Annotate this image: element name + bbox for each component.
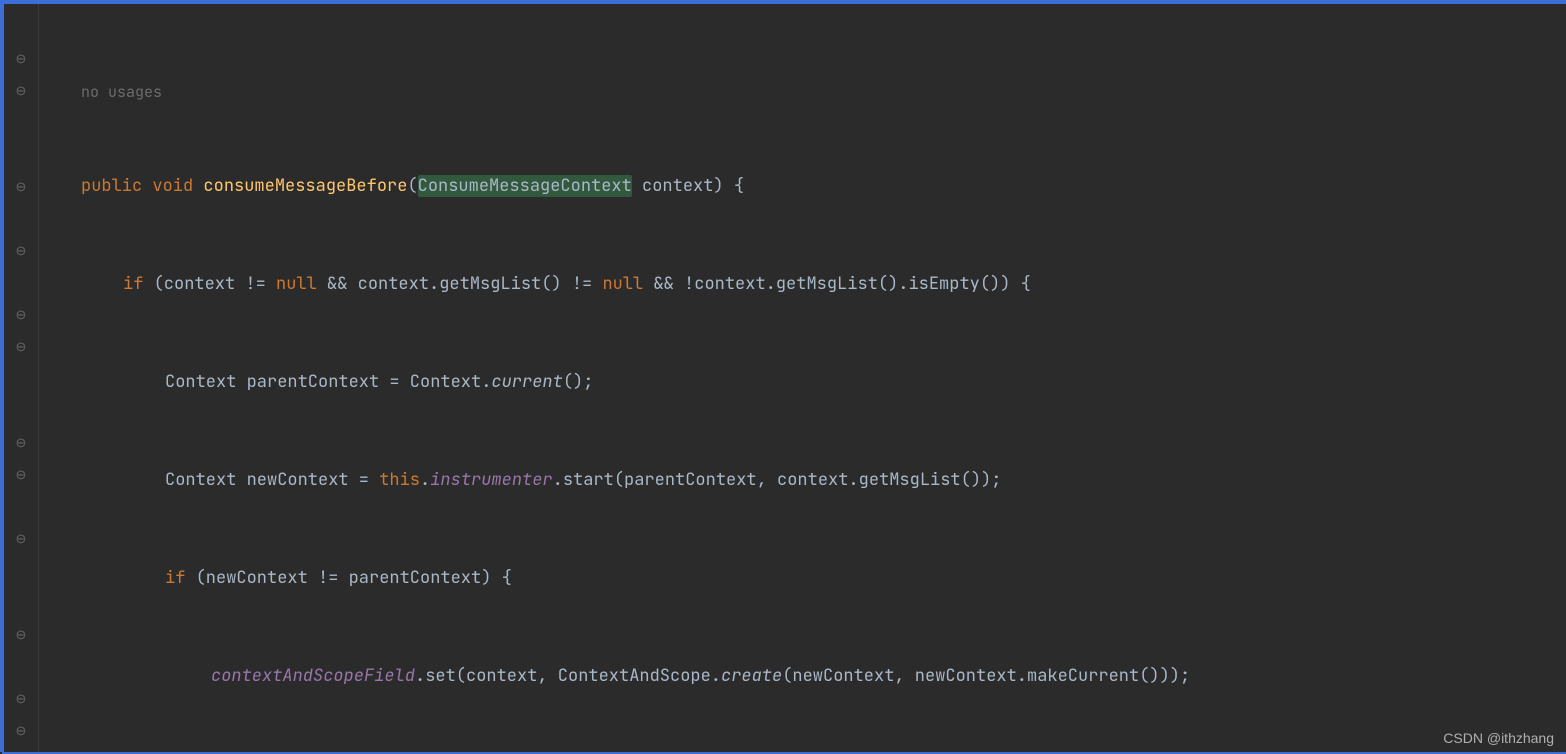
- fold-marker-icon[interactable]: ⊖: [16, 724, 27, 737]
- keyword-this: this: [379, 469, 420, 491]
- fold-marker-icon[interactable]: ⊖: [16, 436, 27, 449]
- code-line[interactable]: contextAndScopeField.set(context, Contex…: [39, 660, 1566, 692]
- fold-marker-icon[interactable]: ⊖: [16, 628, 27, 641]
- type-highlighted: ConsumeMessageContext: [418, 175, 632, 197]
- field-ref: contextAndScopeField: [211, 665, 415, 687]
- watermark-text: CSDN @ithzhang: [1443, 730, 1554, 746]
- code-line[interactable]: if (context != null && context.getMsgLis…: [39, 268, 1566, 300]
- fold-marker-icon[interactable]: ⊖: [16, 468, 27, 481]
- keyword-void: void: [152, 175, 193, 197]
- code-line[interactable]: Context parentContext = Context.current(…: [39, 366, 1566, 398]
- code-area[interactable]: no usages public void consumeMessageBefo…: [39, 4, 1566, 752]
- keyword-public: public: [81, 175, 142, 197]
- field-ref: instrumenter: [430, 469, 552, 491]
- fold-marker-icon[interactable]: ⊖: [16, 340, 27, 353]
- keyword-if: if: [165, 567, 185, 589]
- fold-marker-icon[interactable]: ⊖: [16, 692, 27, 705]
- keyword-null: null: [602, 273, 643, 295]
- keyword-null: null: [276, 273, 317, 295]
- static-method: current: [491, 371, 562, 393]
- fold-marker-icon[interactable]: ⊖: [16, 308, 27, 321]
- fold-marker-icon[interactable]: ⊖: [16, 180, 27, 193]
- editor-gutter[interactable]: ⊖ ⊖ ⊖ ⊖ ⊖ ⊖ ⊖ ⊖ ⊖ ⊖ ⊖ ⊖: [4, 4, 39, 752]
- static-method: create: [721, 665, 782, 687]
- code-editor[interactable]: ⊖ ⊖ ⊖ ⊖ ⊖ ⊖ ⊖ ⊖ ⊖ ⊖ ⊖ ⊖ no usages public…: [4, 4, 1566, 752]
- inlay-hint-usages[interactable]: no usages: [39, 80, 1566, 104]
- code-line[interactable]: if (newContext != parentContext) {: [39, 562, 1566, 594]
- fold-marker-icon[interactable]: ⊖: [16, 532, 27, 545]
- fold-marker-icon[interactable]: ⊖: [16, 244, 27, 257]
- code-line[interactable]: Context newContext = this.instrumenter.s…: [39, 464, 1566, 496]
- fold-marker-icon[interactable]: ⊖: [16, 84, 27, 97]
- keyword-if: if: [123, 273, 143, 295]
- code-line[interactable]: public void consumeMessageBefore(Consume…: [39, 170, 1566, 202]
- fold-marker-icon[interactable]: ⊖: [16, 52, 27, 65]
- method-name: consumeMessageBefore: [203, 175, 407, 197]
